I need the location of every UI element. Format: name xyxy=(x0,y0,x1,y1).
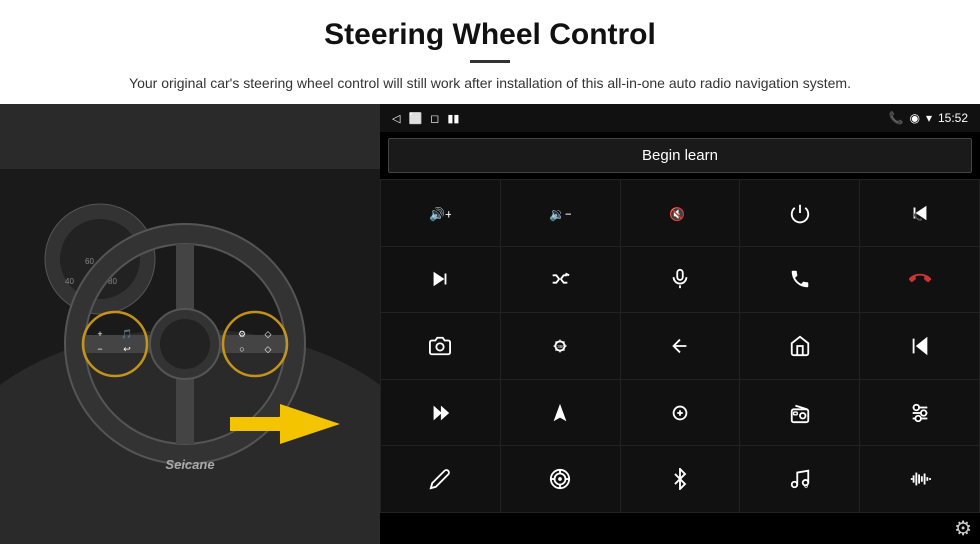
camera-icon xyxy=(429,335,451,357)
sliders-button[interactable] xyxy=(860,380,979,446)
power-button[interactable] xyxy=(740,180,859,246)
svg-text:⚙: ⚙ xyxy=(803,483,808,490)
waveform-button[interactable] xyxy=(860,446,979,512)
eq-button[interactable] xyxy=(621,380,740,446)
begin-learn-row: Begin learn xyxy=(380,132,980,179)
mic-button[interactable] xyxy=(621,247,740,313)
svg-text:60: 60 xyxy=(85,257,94,266)
svg-text:↩: ↩ xyxy=(123,344,131,354)
vol-up-icon: 🔊+ xyxy=(429,202,451,224)
target-icon xyxy=(549,468,571,490)
location-icon: ◉ xyxy=(909,111,919,125)
hang-up-icon xyxy=(909,268,931,290)
phone-button[interactable] xyxy=(740,247,859,313)
music-settings-button[interactable]: ⚙ xyxy=(740,446,859,512)
svg-text:◇: ◇ xyxy=(265,329,272,339)
status-left: ◁ ⬜ ◻ ▮▮ xyxy=(392,112,459,125)
panorama-icon: 360° xyxy=(549,335,571,357)
back-arrow-icon: ◁ xyxy=(392,112,400,125)
time-display: 15:52 xyxy=(938,111,968,125)
window-icon: ⬜ xyxy=(408,112,422,125)
svg-text:360°: 360° xyxy=(557,344,567,349)
svg-text:🔇: 🔇 xyxy=(669,206,685,221)
page-title: Steering Wheel Control xyxy=(40,18,940,52)
steering-wheel-panel: 60 40 80 + 🎵 xyxy=(0,104,380,544)
bluetooth-button[interactable] xyxy=(621,446,740,512)
nav-button[interactable] xyxy=(501,380,620,446)
svg-text:−: − xyxy=(97,344,102,354)
steering-wheel-image: 60 40 80 + 🎵 xyxy=(0,104,380,544)
panorama-button[interactable]: 360° xyxy=(501,313,620,379)
next-icon xyxy=(429,268,451,290)
begin-learn-button[interactable]: Begin learn xyxy=(388,138,972,173)
svg-text:40: 40 xyxy=(65,277,74,286)
subtitle: Your original car's steering wheel contr… xyxy=(110,73,870,94)
svg-text:🔊+: 🔊+ xyxy=(429,205,451,222)
svg-text:+: + xyxy=(97,329,102,339)
settings-bar: ⚙ xyxy=(380,513,980,544)
content-area: 60 40 80 + 🎵 xyxy=(0,104,980,544)
skip-back-button[interactable] xyxy=(860,313,979,379)
phone-status-icon: 📞 xyxy=(889,111,904,125)
settings-gear-icon[interactable]: ⚙ xyxy=(954,516,972,541)
vol-up-button[interactable]: 🔊+ xyxy=(381,180,500,246)
hang-up-button[interactable] xyxy=(860,247,979,313)
prev-track-icon: 📞 xyxy=(909,202,931,224)
next-button[interactable] xyxy=(381,247,500,313)
shuffle-button[interactable] xyxy=(501,247,620,313)
control-panel: ◁ ⬜ ◻ ▮▮ 📞 ◉ ▾ 15:52 Begin learn xyxy=(380,104,980,544)
home-icon xyxy=(789,335,811,357)
page-container: Steering Wheel Control Your original car… xyxy=(0,0,980,544)
radio-button[interactable] xyxy=(740,380,859,446)
header-section: Steering Wheel Control Your original car… xyxy=(0,0,980,104)
svg-text:○: ○ xyxy=(239,344,244,354)
vol-down-button[interactable]: 🔉− xyxy=(501,180,620,246)
vol-mute-button[interactable]: 🔇 xyxy=(621,180,740,246)
sliders-icon xyxy=(909,402,931,424)
square-icon: ◻ xyxy=(430,112,439,125)
wifi-icon: ▾ xyxy=(926,111,932,125)
signal-icon: ▮▮ xyxy=(447,112,459,125)
fast-fwd-button[interactable] xyxy=(381,380,500,446)
bluetooth-icon xyxy=(669,468,691,490)
svg-text:Seicane: Seicane xyxy=(165,457,214,472)
svg-text:⚙: ⚙ xyxy=(238,329,246,339)
svg-text:🎵: 🎵 xyxy=(121,329,132,339)
radio-icon xyxy=(789,402,811,424)
mic-icon xyxy=(669,268,691,290)
status-right: 📞 ◉ ▾ 15:52 xyxy=(889,111,969,125)
phone-icon xyxy=(789,268,811,290)
nav-icon xyxy=(549,402,571,424)
target-button[interactable] xyxy=(501,446,620,512)
vol-mute-icon: 🔇 xyxy=(669,202,691,224)
home-button[interactable] xyxy=(740,313,859,379)
title-divider xyxy=(470,60,510,63)
fast-fwd-icon xyxy=(429,402,451,424)
back-nav-icon xyxy=(669,335,691,357)
pen-button[interactable] xyxy=(381,446,500,512)
svg-text:🔉−: 🔉− xyxy=(549,206,571,222)
shuffle-icon xyxy=(549,268,571,290)
back-nav-button[interactable] xyxy=(621,313,740,379)
power-icon xyxy=(789,202,811,224)
waveform-icon xyxy=(909,468,931,490)
status-bar: ◁ ⬜ ◻ ▮▮ 📞 ◉ ▾ 15:52 xyxy=(380,104,980,132)
music-settings-icon: ⚙ xyxy=(789,468,811,490)
prev-track-button[interactable]: 📞 xyxy=(860,180,979,246)
svg-text:📞: 📞 xyxy=(913,211,923,221)
skip-back-icon xyxy=(909,335,931,357)
controls-grid: 🔊+ 🔉− 🔇 📞 xyxy=(380,179,980,513)
eq-icon xyxy=(669,402,691,424)
svg-text:◇: ◇ xyxy=(265,344,272,354)
camera-button[interactable] xyxy=(381,313,500,379)
vol-down-icon: 🔉− xyxy=(549,202,571,224)
pen-icon xyxy=(429,468,451,490)
